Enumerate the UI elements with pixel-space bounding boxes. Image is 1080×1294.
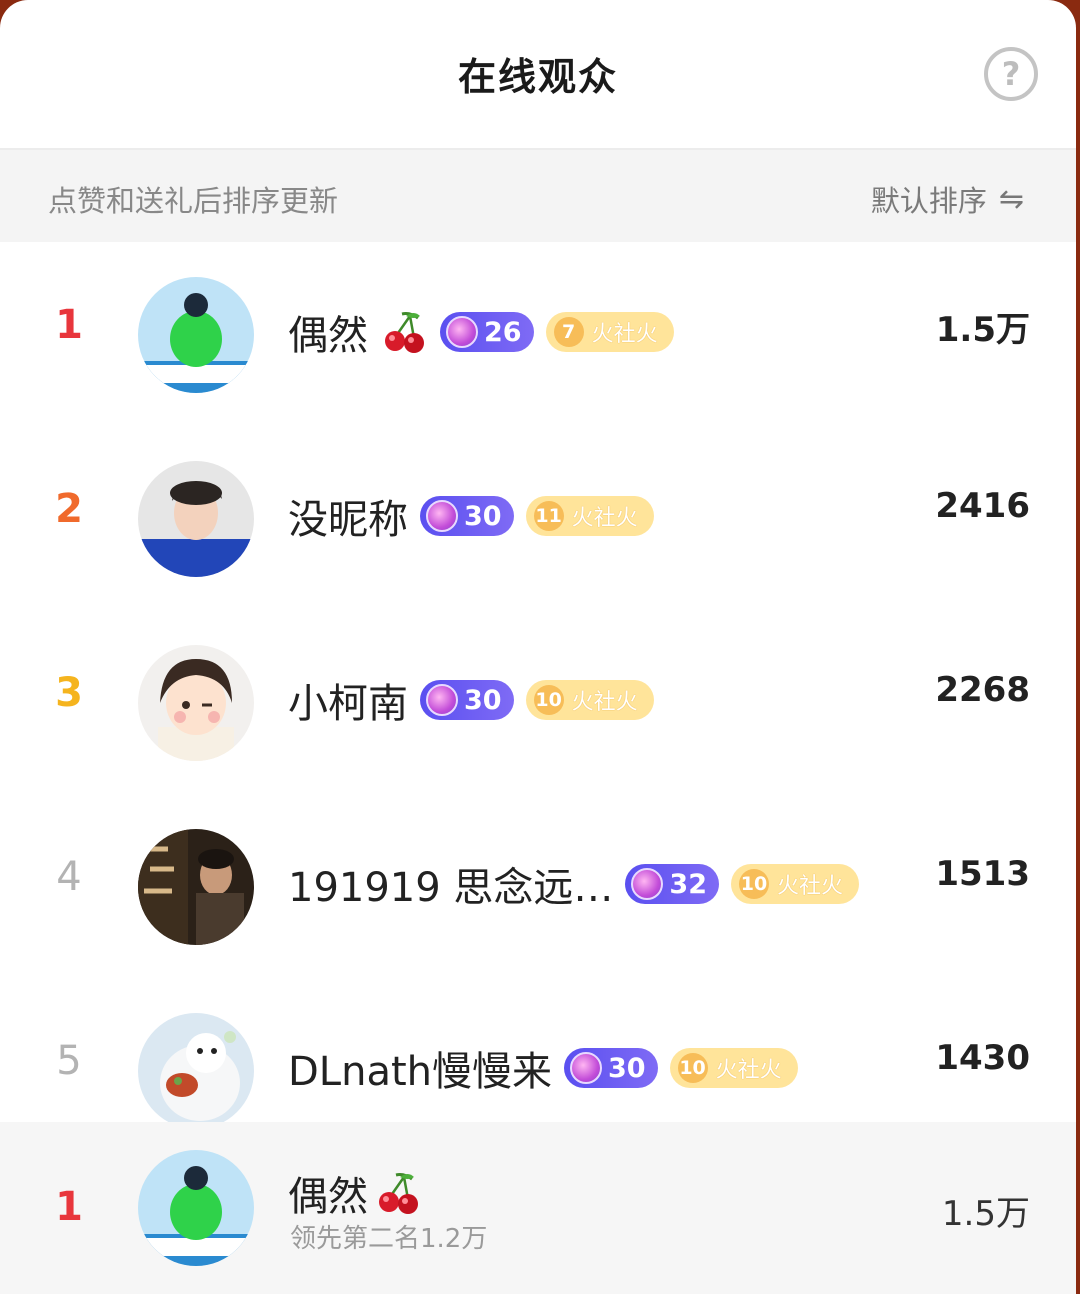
gem-icon	[569, 1052, 602, 1084]
heart-icon: 10	[533, 685, 564, 715]
online-audience-panel: 在线观众 ? 点赞和送礼后排序更新 默认排序 ⇋ 1 偶然 26 7 火社火 1…	[0, 0, 1076, 1294]
avatar[interactable]	[138, 1013, 254, 1129]
heart-icon: 11	[533, 501, 564, 531]
fan-club-badge: 7 火社火	[545, 312, 674, 352]
fan-club-badge: 10 火社火	[731, 864, 860, 904]
my-name: 偶然	[288, 1174, 368, 1220]
viewer-name: 小柯南	[288, 681, 408, 727]
cherry-icon	[379, 1173, 418, 1214]
heart-icon: 10	[739, 869, 769, 899]
help-icon[interactable]: ?	[984, 47, 1038, 101]
user-level-badge: 30	[420, 680, 514, 720]
header: 在线观众 ?	[0, 0, 1076, 150]
page-title: 在线观众	[457, 55, 618, 99]
rank-number: 5	[56, 1038, 82, 1084]
user-level-badge: 30	[420, 496, 514, 536]
fan-club-badge: 10 火社火	[525, 680, 654, 720]
viewer-list[interactable]: 1 偶然 26 7 火社火 1.5万 2 没昵称 30 11 火社火 2416 …	[0, 242, 1076, 1162]
rank-number: 1	[55, 302, 83, 348]
viewer-name: 191919 思念远…	[288, 865, 614, 911]
avatar[interactable]	[138, 277, 254, 393]
swap-icon: ⇋	[998, 181, 1024, 217]
contribution-score: 1513	[935, 854, 1030, 894]
avatar[interactable]	[138, 1150, 254, 1266]
rank-number: 2	[55, 486, 83, 532]
avatar[interactable]	[138, 461, 254, 577]
fan-club-badge: 11 火社火	[525, 496, 654, 536]
contribution-score: 2416	[935, 486, 1030, 526]
user-level-badge: 32	[625, 864, 719, 904]
avatar[interactable]	[138, 645, 254, 761]
sort-hint: 点赞和送礼后排序更新	[48, 184, 339, 218]
user-level-badge: 30	[563, 1048, 658, 1088]
gem-icon	[426, 500, 458, 532]
list-item[interactable]: 4 191919 思念远… 32 10 火社火 1513	[0, 794, 1076, 978]
contribution-score: 1430	[935, 1038, 1030, 1078]
viewer-name: 没昵称	[288, 497, 408, 543]
viewer-name: 偶然	[288, 313, 368, 359]
heart-icon: 10	[677, 1053, 708, 1083]
gem-icon	[631, 868, 664, 900]
my-rank-bar[interactable]: 1 偶然 领先第二名1.2万 1.5万	[0, 1122, 1076, 1294]
sort-bar: 点赞和送礼后排序更新 默认排序 ⇋	[0, 150, 1076, 242]
sort-button[interactable]: 默认排序 ⇋	[871, 178, 1024, 220]
heart-icon: 7	[553, 317, 584, 347]
viewer-name: DLnath慢慢来	[288, 1049, 552, 1095]
gem-icon	[446, 316, 478, 348]
rank-number: 3	[55, 670, 83, 716]
contribution-score: 2268	[935, 670, 1030, 710]
list-item[interactable]: 2 没昵称 30 11 火社火 2416	[0, 426, 1076, 610]
list-item[interactable]: 3 小柯南 30 10 火社火 2268	[0, 610, 1076, 794]
fan-club-badge: 10 火社火	[669, 1048, 798, 1088]
list-item[interactable]: 1 偶然 26 7 火社火 1.5万	[0, 242, 1076, 426]
avatar[interactable]	[138, 829, 254, 945]
user-level-badge: 26	[440, 312, 534, 352]
my-score: 1.5万	[941, 1194, 1030, 1234]
my-rank-number: 1	[55, 1184, 83, 1230]
lead-gap-text: 领先第二名1.2万	[290, 1224, 488, 1254]
rank-number: 4	[56, 854, 82, 900]
cherry-icon	[385, 312, 424, 353]
contribution-score: 1.5万	[935, 310, 1030, 350]
sort-label: 默认排序	[870, 184, 987, 218]
gem-icon	[426, 684, 458, 716]
